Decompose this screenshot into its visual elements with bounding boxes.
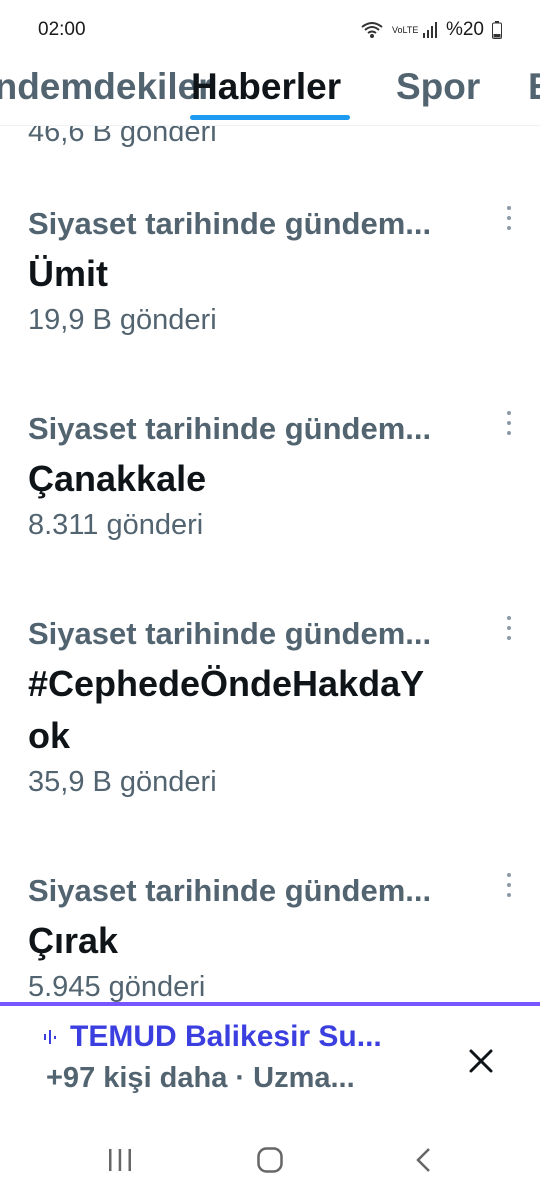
tab-eglence[interactable]: E bbox=[528, 66, 540, 108]
status-time: 02:00 bbox=[38, 19, 86, 40]
trend-item[interactable]: Siyaset tarihinde gündem... Ümit 19,9 B … bbox=[28, 206, 518, 337]
system-nav-bar bbox=[0, 1120, 540, 1200]
trend-count: 35,9 B gönderi bbox=[28, 766, 217, 798]
more-options-icon[interactable] bbox=[500, 409, 518, 437]
trend-title: Çanakkale bbox=[28, 458, 207, 499]
trend-category: Siyaset tarihinde gündem... bbox=[28, 206, 432, 241]
trend-category: Siyaset tarihinde gündem... bbox=[28, 616, 432, 651]
banner-subtitle: +97 kişi daha · Uzma... bbox=[46, 1062, 355, 1094]
trend-item[interactable]: Siyaset tarihinde gündem... #CephedeÖnde… bbox=[28, 616, 518, 799]
tab-haberler[interactable]: Haberler bbox=[191, 66, 341, 108]
trend-title: #CephedeÖndeHakdaY bbox=[28, 663, 425, 704]
more-options-icon[interactable] bbox=[500, 204, 518, 232]
trend-count: 5.945 gönderi bbox=[28, 971, 206, 1003]
spaces-banner[interactable]: TEMUD Balikesir Su... +97 kişi daha · Uz… bbox=[0, 1006, 540, 1116]
tab-spor[interactable]: Spor bbox=[396, 66, 480, 108]
status-icons: VoLTE %20 bbox=[360, 19, 502, 41]
volte-icon: VoLTE bbox=[391, 24, 419, 35]
home-icon[interactable] bbox=[256, 1146, 284, 1174]
trend-count: 19,9 B gönderi bbox=[28, 304, 217, 336]
recent-apps-icon[interactable] bbox=[106, 1146, 134, 1174]
trend-category: Siyaset tarihinde gündem... bbox=[28, 411, 432, 446]
battery-icon bbox=[492, 21, 502, 39]
back-icon[interactable] bbox=[410, 1146, 438, 1174]
trend-title: Çırak bbox=[28, 920, 119, 961]
banner-title: TEMUD Balikesir Su... bbox=[70, 1020, 382, 1053]
close-icon[interactable] bbox=[466, 1046, 496, 1076]
trend-title-continued: ok bbox=[28, 715, 71, 756]
trends-feed: 46,6 B gönderi Siyaset tarihinde gündem.… bbox=[0, 126, 540, 1003]
explore-tabs: ündemdekiler Haberler Spor E bbox=[0, 60, 540, 126]
more-options-icon[interactable] bbox=[500, 614, 518, 642]
banner-title-row: TEMUD Balikesir Su... bbox=[42, 1020, 382, 1054]
tab-gundemdekiler[interactable]: ündemdekiler bbox=[0, 66, 213, 108]
more-options-icon[interactable] bbox=[500, 871, 518, 899]
active-tab-indicator bbox=[190, 115, 350, 120]
trend-count: 46,6 B gönderi bbox=[28, 126, 217, 148]
signal-icon bbox=[422, 22, 437, 38]
battery-percent: %20 bbox=[445, 19, 484, 40]
trend-title: Ümit bbox=[28, 253, 108, 294]
audio-wave-icon bbox=[44, 1030, 56, 1044]
trend-item[interactable]: Siyaset tarihinde gündem... Çırak 5.945 … bbox=[28, 873, 518, 1003]
trend-category: Siyaset tarihinde gündem... bbox=[28, 873, 432, 908]
wifi-icon bbox=[361, 22, 383, 38]
status-bar: 02:00 VoLTE %20 bbox=[0, 0, 540, 60]
trend-item[interactable]: Siyaset tarihinde gündem... Çanakkale 8.… bbox=[28, 411, 518, 542]
trend-count: 8.311 gönderi bbox=[28, 509, 204, 541]
